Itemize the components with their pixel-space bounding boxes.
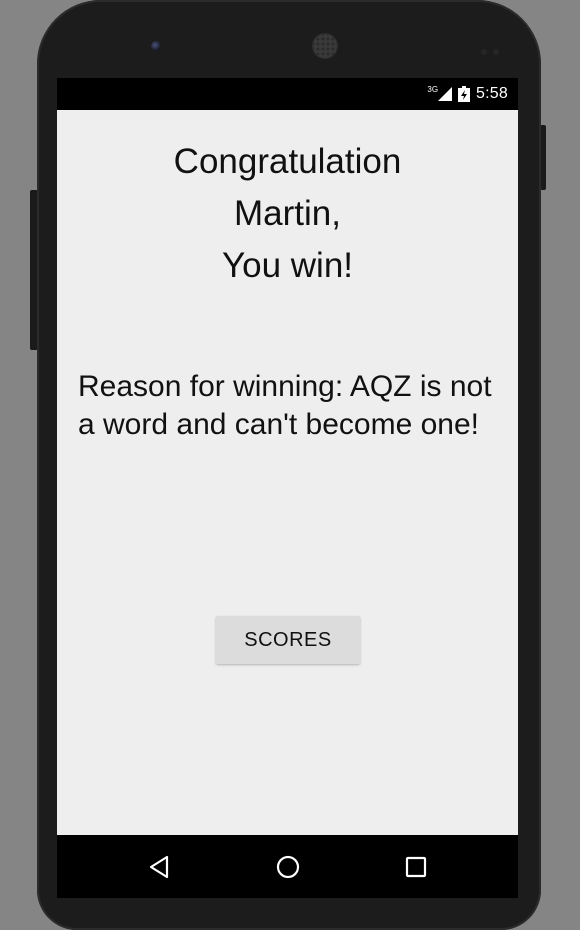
title-line: Martin, [234,194,341,233]
front-camera-icon [151,41,161,51]
status-bar: 3G 5:58 [57,78,518,110]
home-button[interactable] [272,851,304,883]
navigation-bar [57,835,518,898]
scores-button[interactable]: SCORES [216,616,360,664]
network-type-label: 3G [427,84,439,94]
title-line: You win! [221,246,354,285]
device-screen: 3G 5:58 Congratulation Martin, You win! … [57,78,518,898]
back-icon [149,855,169,879]
title-line: Congratulation [173,142,402,181]
recent-apps-button[interactable] [400,851,432,883]
home-icon [276,855,300,879]
proximity-sensors-icon [481,42,511,55]
status-clock: 5:58 [476,85,508,102]
congratulation-title: Congratulation Martin, You win! [57,136,518,292]
signal-icon [438,87,453,101]
win-reason-text: Reason for winning: AQZ is not a word an… [78,370,492,441]
battery-icon [458,86,471,102]
recent-apps-icon [405,856,427,878]
back-button[interactable] [143,851,175,883]
status-icons: 3G 5:58 [427,78,508,110]
earpiece-speaker-icon [313,34,337,58]
